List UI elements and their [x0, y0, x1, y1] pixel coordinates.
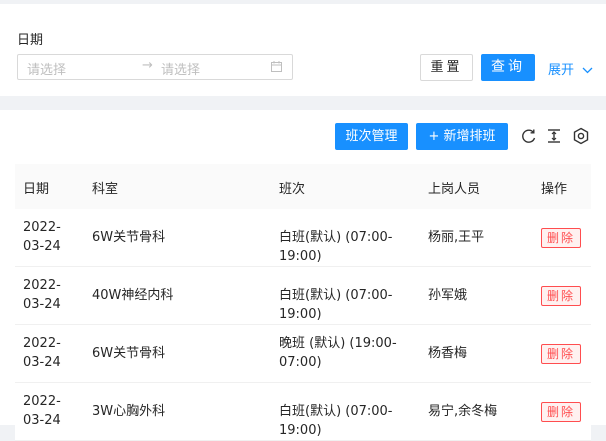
delete-button[interactable]: 删除 [541, 228, 581, 248]
row-staff: 易宁,余冬梅 [428, 404, 498, 419]
settings-icon[interactable] [572, 127, 590, 145]
row-date: 2022-03-24 [23, 336, 61, 370]
row-dept: 3W心胸外科 [92, 404, 166, 419]
delete-button[interactable]: 删除 [541, 344, 581, 364]
start-date-input[interactable]: 请选择 [27, 59, 66, 78]
range-separator-icon: → [142, 58, 153, 73]
column-header-shift: 班次 [279, 182, 306, 197]
row-shift: 白班(默认) (07:00-19:00) [279, 404, 393, 438]
date-filter-label: 日期 [17, 33, 44, 48]
expand-toggle[interactable]: 展开 [548, 59, 593, 78]
chevron-down-icon [582, 67, 593, 74]
row-shift: 晚班 (默认) (19:00-07:00) [279, 336, 397, 370]
table-row: 2022-03-24 40W神经内科 白班(默认) (07:00-19:00) … [15, 267, 591, 325]
calendar-icon [271, 61, 282, 72]
table-row: 2022-03-24 6W关节骨科 白班(默认) (07:00-19:00) 杨… [15, 209, 591, 267]
row-staff: 杨香梅 [428, 346, 468, 361]
row-shift: 白班(默认) (07:00-19:00) [279, 230, 393, 264]
row-date: 2022-03-24 [23, 394, 61, 428]
row-date: 2022-03-24 [23, 278, 61, 312]
column-header-action: 操作 [541, 182, 568, 197]
row-staff: 杨丽,王平 [428, 230, 485, 245]
delete-button[interactable]: 删除 [541, 286, 581, 306]
row-dept: 40W神经内科 [92, 288, 174, 303]
expand-label: 展开 [548, 63, 575, 78]
date-range-picker[interactable]: 请选择 → 请选择 [17, 54, 293, 80]
schedule-table-panel: 班次管理 + 新增排班 日期 科室 班次 上岗人员 操作 2022-03-24 … [0, 110, 606, 441]
end-date-input[interactable]: 请选择 [161, 59, 200, 78]
row-shift: 白班(默认) (07:00-19:00) [279, 288, 393, 322]
query-button[interactable]: 查询 [481, 54, 535, 81]
shift-manage-button[interactable]: 班次管理 [335, 123, 408, 150]
row-dept: 6W关节骨科 [92, 346, 166, 361]
table-header: 日期 科室 班次 上岗人员 操作 [15, 164, 591, 210]
row-staff: 孙军娥 [428, 288, 468, 303]
row-dept: 6W关节骨科 [92, 230, 166, 245]
column-header-date: 日期 [23, 182, 50, 197]
filter-panel: 日期 请选择 → 请选择 重置 查询 展开 [0, 4, 606, 96]
table-row: 2022-03-24 6W关节骨科 晚班 (默认) (19:00-07:00) … [15, 325, 591, 383]
row-date: 2022-03-24 [23, 220, 61, 254]
column-height-icon[interactable] [545, 127, 563, 145]
column-header-staff: 上岗人员 [428, 182, 481, 197]
reset-button[interactable]: 重置 [420, 54, 473, 81]
add-schedule-button[interactable]: + 新增排班 [416, 123, 508, 150]
delete-button[interactable]: 删除 [541, 402, 581, 422]
reload-icon[interactable] [520, 127, 538, 145]
column-header-dept: 科室 [92, 182, 119, 197]
table-row: 2022-03-24 3W心胸外科 白班(默认) (07:00-19:00) 易… [15, 383, 591, 441]
